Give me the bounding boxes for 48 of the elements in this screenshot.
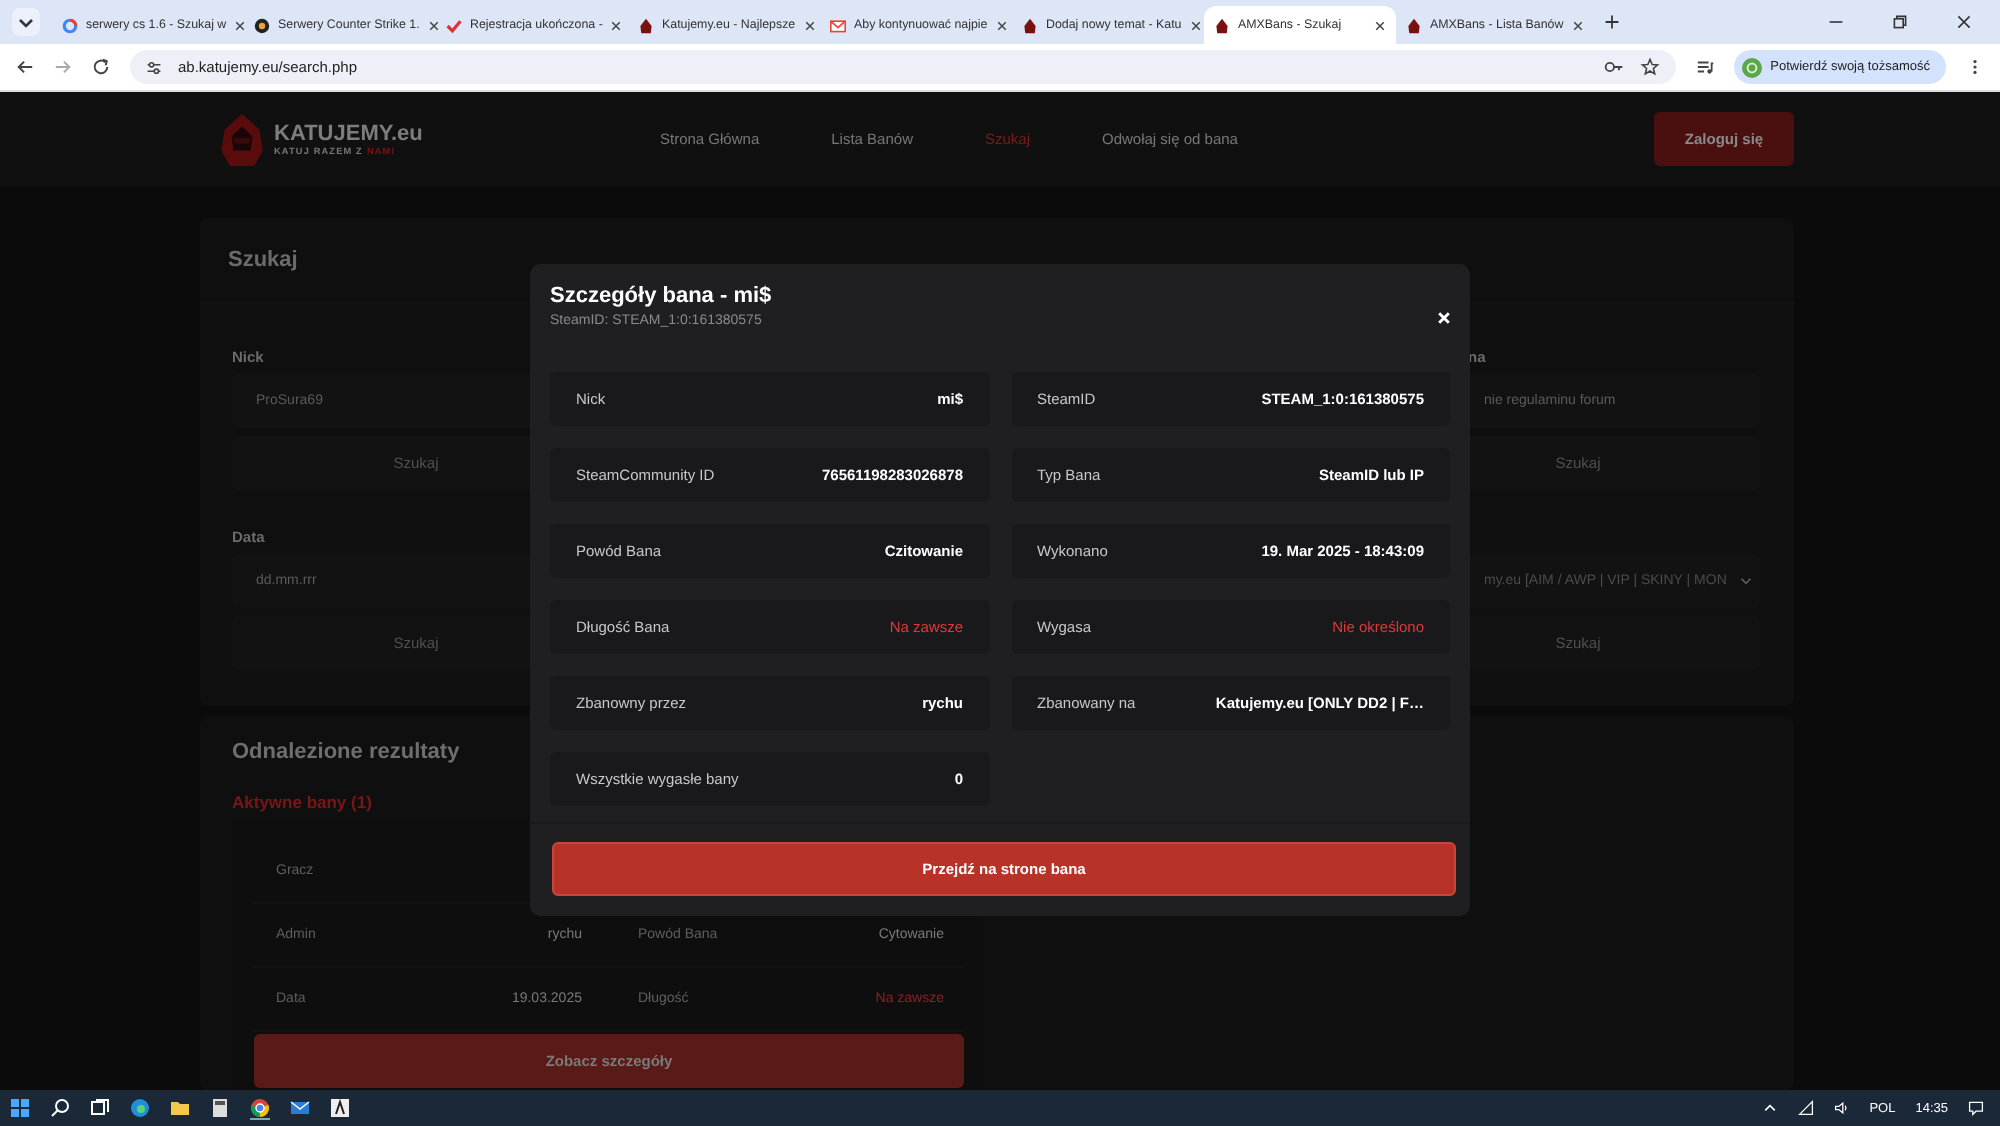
volume-icon[interactable]: [1833, 1100, 1850, 1116]
browser-icon[interactable]: [130, 1098, 150, 1118]
close-icon[interactable]: [1956, 14, 1972, 30]
hooded-figure-icon: [216, 109, 268, 169]
brand-name: KATUJEMY.eu: [274, 122, 423, 146]
chevron-up-icon[interactable]: [1761, 1100, 1778, 1116]
network-icon[interactable]: [1797, 1100, 1814, 1116]
active-bans-title: Aktywne bany (1): [232, 792, 372, 816]
search-icon[interactable]: [50, 1098, 70, 1118]
check-icon: [446, 17, 462, 33]
key-icon[interactable]: [1604, 58, 1625, 76]
results-title: Odnalezione rezultaty: [232, 740, 460, 768]
start-icon[interactable]: [10, 1098, 30, 1118]
close-icon[interactable]: [427, 19, 440, 31]
chrome-icon[interactable]: [250, 1097, 270, 1119]
dialog-title: Szczegóły bana - mi$: [550, 284, 772, 308]
avatar-icon: [1742, 57, 1763, 77]
disc-icon: [254, 17, 270, 33]
ring-icon: [62, 17, 78, 33]
restore-icon[interactable]: [1892, 14, 1908, 30]
hood-icon: [1406, 17, 1422, 33]
close-icon[interactable]: [610, 19, 623, 31]
hood-icon: [1214, 17, 1230, 33]
chevron-down-icon: [1740, 576, 1752, 586]
close-icon[interactable]: [1374, 19, 1386, 31]
hood-icon: [1022, 17, 1038, 33]
close-icon[interactable]: [234, 19, 247, 31]
app-icon[interactable]: [330, 1098, 350, 1118]
hood-icon: [638, 17, 654, 33]
close-icon[interactable]: [995, 19, 1008, 31]
mail-icon[interactable]: [290, 1098, 310, 1118]
close-icon[interactable]: [1189, 19, 1202, 31]
notification-icon[interactable]: [1968, 1100, 1984, 1116]
media-icon[interactable]: [1696, 58, 1715, 76]
calculator-icon[interactable]: [210, 1098, 230, 1118]
star-icon[interactable]: [1640, 58, 1661, 76]
close-icon[interactable]: [803, 19, 816, 31]
reload-icon[interactable]: [92, 58, 110, 76]
new-tab-icon[interactable]: [1604, 14, 1620, 30]
close-icon[interactable]: [1571, 19, 1584, 31]
site-settings-icon[interactable]: [146, 59, 162, 75]
folder-icon[interactable]: [170, 1098, 190, 1118]
back-icon[interactable]: [16, 58, 34, 76]
envelope-icon: [830, 17, 846, 33]
card-title: Szukaj: [228, 248, 298, 272]
tab-search-button[interactable]: [12, 8, 40, 36]
task-view-icon[interactable]: [90, 1098, 110, 1118]
chevron-down-icon: [18, 14, 34, 30]
